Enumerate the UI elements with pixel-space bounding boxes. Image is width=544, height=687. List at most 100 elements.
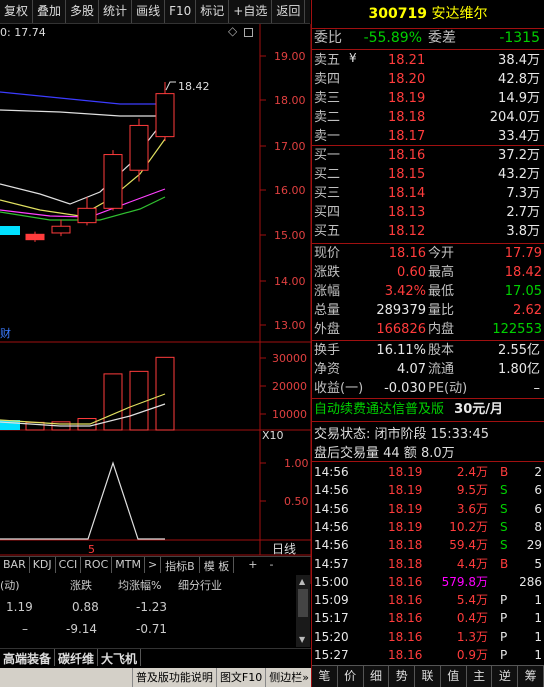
price-tick: 17.00: [274, 140, 306, 153]
high-marker: [165, 81, 176, 91]
price-tick: 14.00: [274, 275, 306, 288]
table-row-2-a: –: [22, 622, 28, 636]
sell-level-3[interactable]: 卖三 18.19 14.9万: [312, 89, 544, 108]
vol-tick: 20000: [272, 380, 307, 393]
yen-icon: ¥: [349, 51, 357, 65]
detail-tabs: 笔价细势联值主逆筹: [312, 665, 544, 687]
toolbar-add-watch-button[interactable]: +自选: [229, 0, 273, 23]
toolbar-stats-button[interactable]: 统计: [99, 0, 133, 23]
ad-banner[interactable]: 自动续费通达信普及版 30元/月: [312, 399, 544, 421]
tab-cci[interactable]: CCI: [56, 557, 82, 573]
tick-row: 15:20 18.16 1.3万 P 1: [314, 629, 542, 644]
day-line-label: 日线: [272, 542, 296, 556]
buy-level-1[interactable]: 买一 18.16 37.2万: [312, 146, 544, 165]
tick-row: 15:00 18.16 579.8万 286: [314, 574, 542, 589]
stat-row: 涨幅 3.42% 最低 17.05: [314, 284, 542, 299]
detail-tab-3[interactable]: 势: [389, 666, 416, 687]
stat-row: 总量 289379 量比 2.62: [314, 303, 542, 318]
indicator-marker: 5: [88, 543, 95, 556]
sell-level-1[interactable]: 卖一 18.17 33.4万: [312, 127, 544, 146]
tab-roc[interactable]: ROC: [81, 557, 113, 573]
stat-row: 现价 18.16 今开 17.79: [314, 246, 542, 261]
table-row-2-b: -9.14: [66, 622, 98, 636]
scrollbar-thumb[interactable]: [298, 589, 308, 617]
after-hours: 盘后交易量 44 额 8.0万: [314, 446, 455, 461]
fin-row: 换手 16.11% 股本 2.55亿: [314, 343, 540, 358]
fin-row: 收益(一) -0.030 PE(动) –: [314, 381, 540, 396]
buy-level-3[interactable]: 买三 18.14 7.3万: [312, 184, 544, 203]
buy-level-5[interactable]: 买五 18.12 3.8万: [312, 222, 544, 241]
price-tick: 15.00: [274, 229, 306, 242]
ind-tick: 1.00: [284, 457, 309, 470]
detail-tab-5[interactable]: 值: [441, 666, 467, 687]
high-label: 18.42: [178, 80, 210, 93]
detail-tab-7[interactable]: 逆: [492, 666, 519, 687]
tick-row: 14:56 18.19 2.4万 B 2: [314, 465, 542, 479]
buy-level-2[interactable]: 买二 18.15 43.2万: [312, 165, 544, 184]
toolbar-back-button[interactable]: 返回: [272, 0, 306, 23]
candle-body: [155, 93, 175, 138]
stat-row: 涨跌 0.60 最高 18.42: [314, 265, 542, 280]
toolbar-f10-button[interactable]: F10: [165, 0, 197, 23]
status-f10[interactable]: 图文F10: [215, 668, 265, 687]
scrollbar[interactable]: ▲ ▼: [296, 575, 310, 647]
table-row-2-c: -0.71: [136, 622, 168, 636]
stock-header: 300719 安达维尔: [312, 0, 544, 28]
tick-row: 15:09 18.16 5.4万 P 1: [314, 593, 542, 608]
candle-body: [77, 207, 97, 224]
detail-tab-6[interactable]: 主: [467, 666, 493, 687]
price-tick: 19.00: [274, 50, 306, 63]
tab-template[interactable]: 模 板: [200, 557, 235, 573]
price-tick: 18.00: [274, 94, 306, 107]
sell-level-4[interactable]: 卖四 18.20 42.8万: [312, 70, 544, 89]
volume-bar: [129, 370, 149, 431]
toolbar-fuquan-button[interactable]: 复权: [0, 0, 34, 23]
vol-tick: 30000: [272, 352, 307, 365]
sector-tab-2[interactable]: 碳纤维: [55, 649, 99, 666]
col-header-industry: 细分行业: [178, 579, 222, 592]
tab-more[interactable]: >: [145, 557, 162, 573]
tick-row: 14:56 18.18 59.4万 S 29: [314, 538, 542, 553]
ma-white-long-line: [0, 109, 165, 117]
detail-tab-8[interactable]: 筹: [518, 666, 544, 687]
kline-chart: 19.00 18.00 17.00 16.00 15.00 14.00 13.00 18.4…: [0, 24, 312, 584]
price-tick: 16.00: [274, 184, 306, 197]
stock-name: 安达维尔: [431, 6, 488, 22]
detail-tab-1[interactable]: 价: [338, 666, 364, 687]
status-help[interactable]: 普及版功能说明: [131, 668, 216, 687]
tab-kdj[interactable]: KDJ: [30, 557, 56, 573]
vol-unit: X10: [262, 429, 284, 442]
sell-level-2[interactable]: 卖二 18.18 204.0万: [312, 108, 544, 127]
tab-minus[interactable]: -: [263, 557, 279, 573]
buy-level-4[interactable]: 买四 18.13 2.7万: [312, 203, 544, 222]
detail-tab-4[interactable]: 联: [415, 666, 441, 687]
table-row-1-c: -1.23: [136, 600, 168, 614]
sell-level-5[interactable]: 卖五 18.21 38.4万: [312, 51, 544, 70]
tick-row: 14:56 18.19 10.2万 S 8: [314, 519, 542, 534]
left-cyan-bar: [0, 226, 20, 235]
detail-tab-2[interactable]: 细: [364, 666, 390, 687]
toolbar-overlay-button[interactable]: 叠加: [33, 0, 67, 23]
sector-tabs: 高端装备 碳纤维 大飞机: [0, 648, 312, 666]
sector-tab-1[interactable]: 高端装备: [0, 649, 56, 666]
detail-tab-0[interactable]: 笔: [312, 666, 338, 687]
ma-blue-line: [0, 91, 170, 105]
tab-plus[interactable]: +: [242, 557, 263, 573]
tab-indicator-b[interactable]: 指标B: [161, 557, 200, 573]
toolbar-draw-button[interactable]: 画线: [132, 0, 166, 23]
toolbar-mark-button[interactable]: 标记: [196, 0, 230, 23]
tab-mtm[interactable]: MTM: [112, 557, 145, 573]
col-header-pe: (动): [0, 579, 20, 592]
tick-row: 14:56 18.19 3.6万 S 6: [314, 501, 542, 516]
sector-tab-3[interactable]: 大飞机: [98, 649, 142, 666]
volume-bar: [155, 356, 175, 431]
candle-body: [129, 124, 149, 171]
tick-row: 14:57 18.18 4.4万 B 5: [314, 556, 542, 571]
weibi-row: 委比 -55.89% 委差 -1315: [314, 30, 540, 46]
status-sidebar[interactable]: 侧边栏»: [265, 668, 312, 687]
trade-status: 交易状态: 闭市阶段 15:33:45: [314, 427, 490, 442]
col-header-change: 涨跌: [70, 579, 92, 592]
tab-bar[interactable]: BAR: [0, 557, 30, 573]
toolbar-multi-stock-button[interactable]: 多股: [66, 0, 100, 23]
stock-code: 300719: [368, 6, 427, 22]
